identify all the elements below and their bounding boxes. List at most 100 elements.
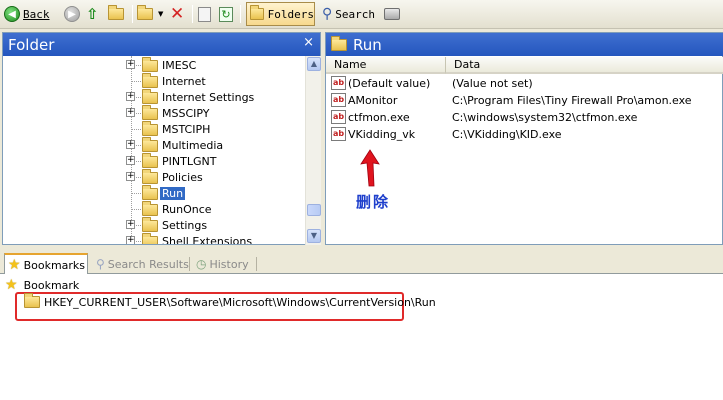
tree-item-label: Internet Settings — [162, 90, 255, 104]
value-data: C:\windows\system32\ctfmon.exe — [452, 111, 638, 124]
string-value-icon: ab — [331, 110, 346, 124]
forward-arrow-icon: ▶ — [64, 6, 80, 22]
annotation-arrow-icon — [360, 149, 380, 187]
delete-x-icon: ✕ — [170, 3, 185, 24]
tree-item-label: Multimedia — [162, 138, 224, 152]
tree-item-shell-extensions[interactable]: + Shell Extensions — [3, 233, 303, 244]
tree-item-msscipy[interactable]: + MSSCIPY — [3, 105, 303, 121]
bookmark-folder-icon — [24, 293, 40, 308]
registry-value-row[interactable]: ab AMonitor C:\Program Files\Tiny Firewall… — [326, 92, 723, 109]
value-data: (Value not set) — [452, 77, 533, 90]
dropdown-arrow-icon: ▼ — [158, 10, 164, 18]
tab-history[interactable]: ◷ History — [193, 254, 249, 274]
string-value-icon: ab — [331, 76, 346, 90]
search-results-magnifier-icon: ⚲ — [96, 257, 105, 271]
tab-bookmarks[interactable]: ★ Bookmarks — [4, 253, 88, 275]
delete-button[interactable]: ✕ — [170, 3, 184, 25]
tree-item-label: Run — [160, 186, 186, 200]
expand-plus-icon[interactable]: + — [126, 156, 135, 165]
folder-icon — [142, 89, 158, 104]
bottom-tab-bar: ★ Bookmarks ⚲ Search Results ◷ History — [0, 252, 723, 275]
tree-connector — [132, 129, 141, 130]
tab-search-results[interactable]: ⚲ Search Results — [93, 254, 189, 274]
expand-plus-icon[interactable]: + — [126, 172, 135, 181]
registry-value-row[interactable]: ab VKidding_vk C:\VKidding\KID.exe — [326, 126, 723, 143]
bookmark-entry-label: HKEY_CURRENT_USER\Software\Microsoft\Win… — [44, 295, 436, 309]
favorites-menu-button[interactable]: ▼ — [137, 3, 163, 25]
back-arrow-icon: ◀ — [4, 6, 20, 22]
scroll-thumb[interactable] — [307, 204, 321, 216]
refresh-button[interactable]: ↻ — [219, 3, 233, 25]
open-folder-button[interactable] — [108, 3, 124, 25]
tab-history-label: History — [209, 257, 249, 271]
folder-icon — [142, 169, 158, 184]
folder-icon — [142, 153, 158, 168]
properties-button[interactable] — [198, 3, 211, 25]
folder-icon — [142, 73, 158, 88]
tree-item-runonce[interactable]: RunOnce — [3, 201, 303, 217]
tree-item-label: Shell Extensions — [162, 234, 253, 245]
tree-item-internet-settings[interactable]: + Internet Settings — [3, 89, 303, 105]
tab-search-results-label: Search Results — [107, 257, 189, 271]
up-folder-button[interactable]: ⇧ — [86, 3, 99, 25]
expand-plus-icon[interactable]: + — [126, 236, 135, 244]
forward-button[interactable]: ▶ — [64, 3, 80, 25]
tree-item-label: MSTCIPH — [162, 122, 211, 136]
tab-bookmarks-label: Bookmarks — [23, 258, 86, 272]
column-header-name[interactable]: Name — [326, 57, 446, 74]
value-name: VKidding_vk — [348, 128, 416, 141]
bookmark-star-icon: ★ — [5, 277, 18, 293]
scroll-down-button[interactable]: ▼ — [307, 229, 321, 243]
tree-item-settings[interactable]: + Settings — [3, 217, 303, 233]
folder-icon — [142, 233, 158, 244]
tree-item-policies[interactable]: + Policies — [3, 169, 303, 185]
string-value-icon: ab — [331, 127, 346, 141]
back-button[interactable]: ◀ Back — [4, 3, 50, 25]
expand-plus-icon[interactable]: + — [126, 140, 135, 149]
tree-item-label: IMESC — [162, 58, 197, 72]
value-name: (Default value) — [348, 77, 431, 90]
tree-connector — [132, 193, 141, 194]
tree-item-label: PINTLGNT — [162, 154, 217, 168]
search-button[interactable]: ⚲ Search — [322, 3, 375, 25]
tree-item-multimedia[interactable]: + Multimedia — [3, 137, 303, 153]
tree-item-mstciph[interactable]: MSTCIPH — [3, 121, 303, 137]
folder-icon — [142, 121, 158, 136]
expand-plus-icon[interactable]: + — [126, 92, 135, 101]
tree-item-run[interactable]: Run — [3, 185, 303, 201]
bookmark-entry[interactable]: HKEY_CURRENT_USER\Software\Microsoft\Win… — [24, 293, 436, 310]
search-magnifier-icon: ⚲ — [322, 6, 333, 22]
column-header-data[interactable]: Data — [446, 57, 723, 74]
open-folder-icon — [108, 5, 124, 20]
folder-tree: + IMESC Internet + Internet Settings + MSSCIPY… — [3, 56, 305, 244]
values-pane: Run Name Data ab (Default value) (Value no… — [325, 32, 723, 245]
refresh-icon: ↻ — [219, 6, 233, 22]
close-icon[interactable]: × — [303, 35, 314, 50]
run-folder-icon — [331, 35, 347, 51]
registry-value-row[interactable]: ab ctfmon.exe C:\windows\system32\ctfmon.e… — [326, 109, 723, 126]
expand-plus-icon[interactable]: + — [126, 108, 135, 117]
tree-item-internet[interactable]: Internet — [3, 73, 303, 89]
registry-value-row[interactable]: ab (Default value) (Value not set) — [326, 75, 723, 92]
value-name: AMonitor — [348, 94, 398, 107]
folder-tree-pane: Folder × + IMESC Internet + Internet Setting… — [2, 32, 321, 245]
string-value-icon: ab — [331, 93, 346, 107]
expand-plus-icon[interactable]: + — [126, 220, 135, 229]
expand-plus-icon[interactable]: + — [126, 60, 135, 69]
value-name: ctfmon.exe — [348, 111, 410, 124]
value-data: C:\Program Files\Tiny Firewall Pro\amon.… — [452, 94, 692, 107]
bookmark-root[interactable]: ★ Bookmark — [5, 278, 79, 292]
scroll-up-button[interactable]: ▲ — [307, 57, 321, 71]
folders-toggle-button[interactable]: Folders — [246, 2, 315, 26]
tree-item-pintlgnt[interactable]: + PINTLGNT — [3, 153, 303, 169]
tree-item-label: Internet — [162, 74, 206, 88]
search-label: Search — [335, 7, 376, 21]
tree-scrollbar[interactable]: ▲ ▼ — [305, 56, 321, 245]
folder-pane-title-bar: Folder × — [3, 33, 320, 56]
print-button[interactable] — [384, 3, 400, 25]
tree-connector — [132, 81, 141, 82]
history-icon: ◷ — [196, 257, 207, 271]
tree-item-imesc[interactable]: + IMESC — [3, 57, 303, 73]
printer-icon — [384, 8, 400, 20]
folder-icon — [142, 137, 158, 152]
